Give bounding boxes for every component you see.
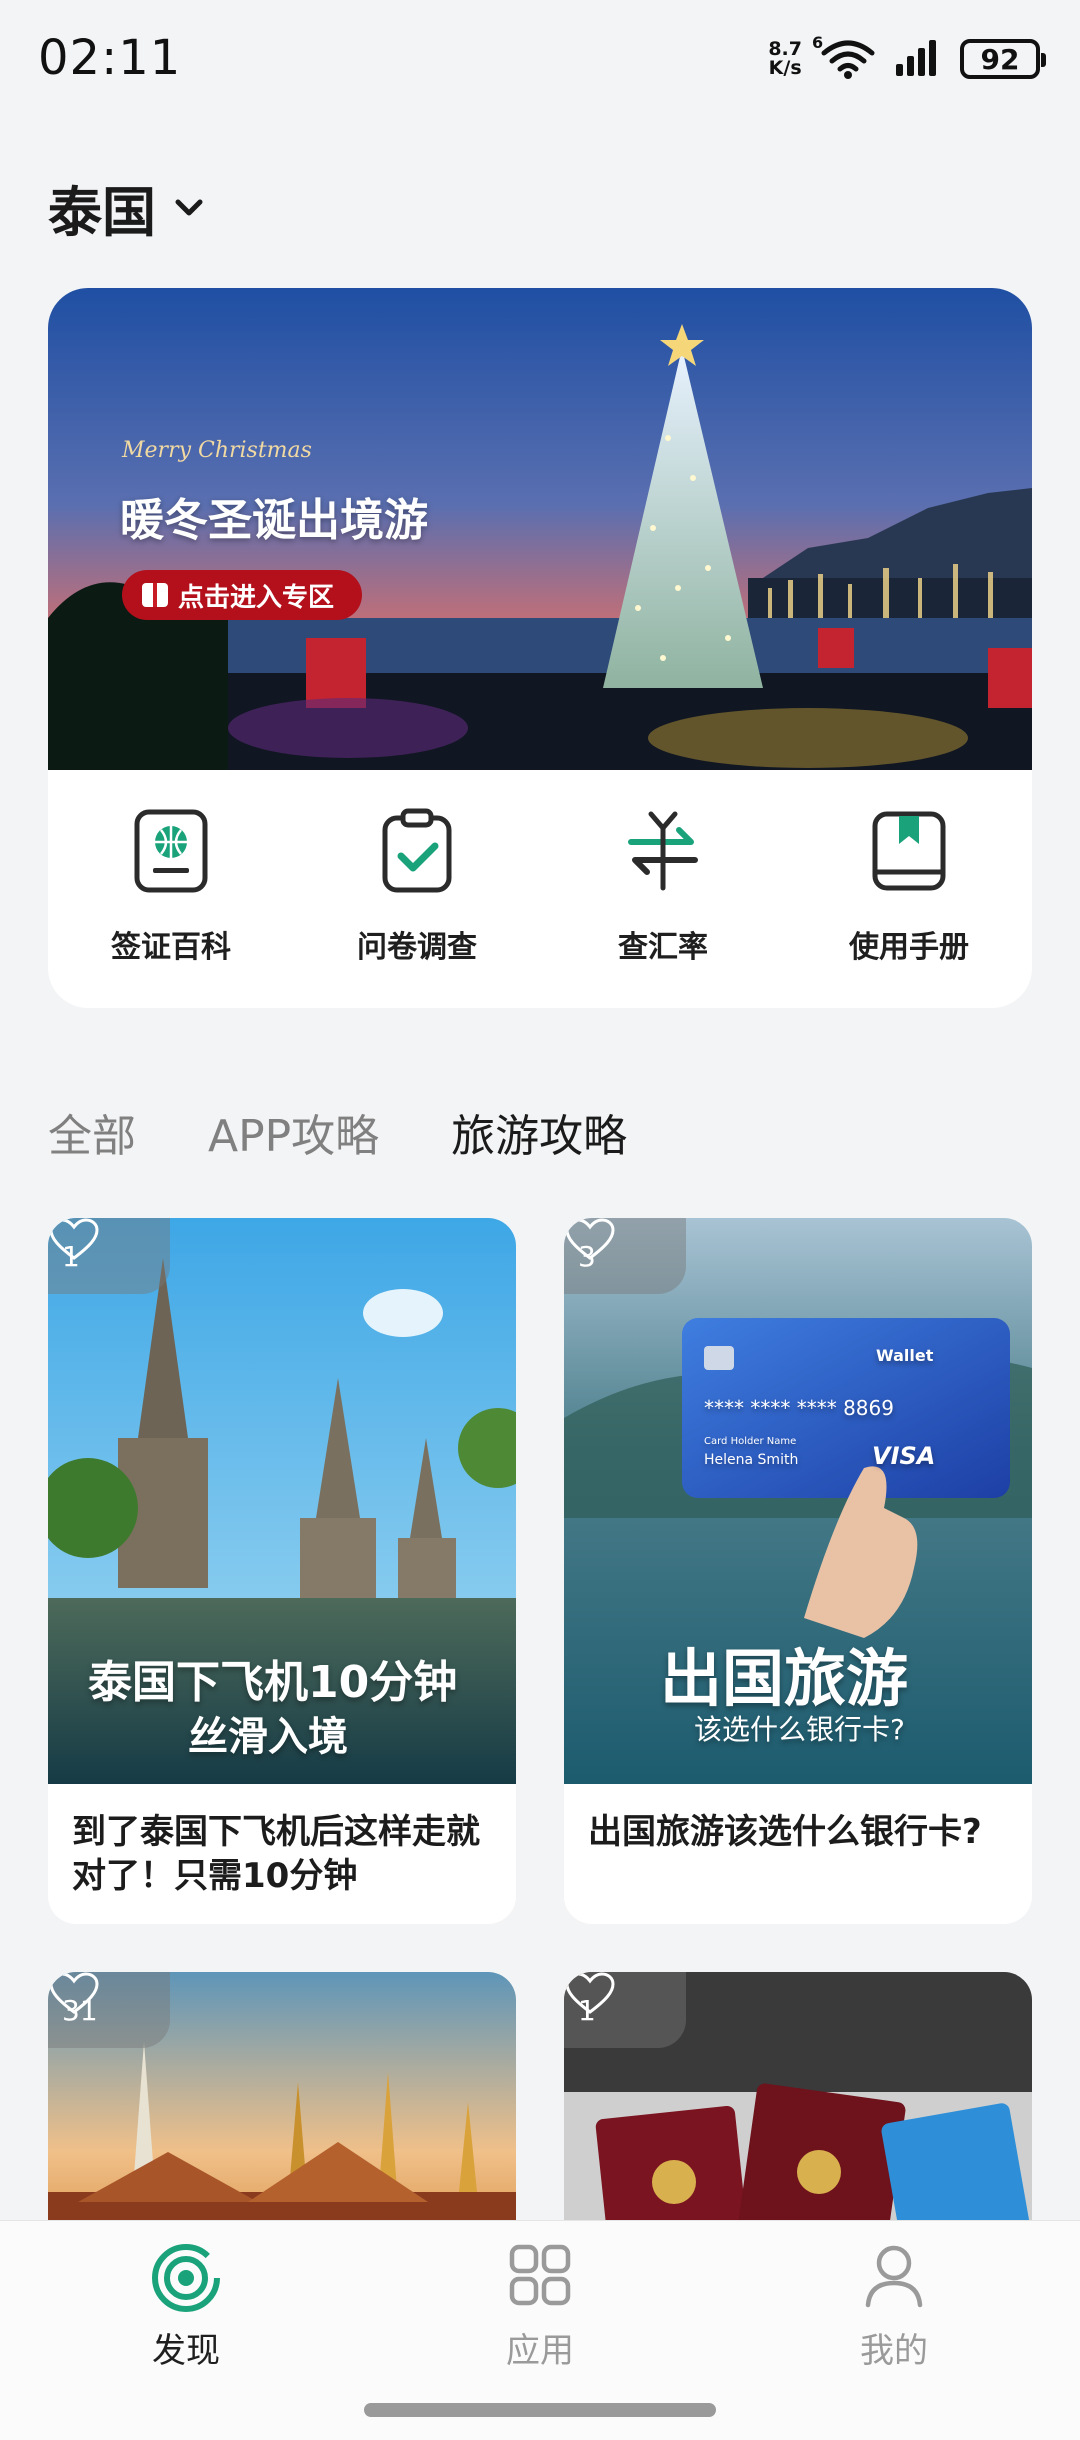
image-overlay-title: 泰国下飞机10分钟 bbox=[88, 1657, 458, 1708]
bank-card-holder-label: Card Holder Name bbox=[704, 1436, 797, 1447]
enter-zone-button[interactable]: 点击进入专区 bbox=[122, 570, 363, 620]
chevron-down-icon bbox=[175, 199, 203, 215]
like-button[interactable]: 3 bbox=[564, 1218, 686, 1294]
nav-label: 应用 bbox=[506, 2331, 574, 2371]
quick-exchange-rate[interactable]: 查汇率 bbox=[553, 808, 773, 978]
passport-globe-icon bbox=[134, 809, 208, 893]
status-time: 02:11 bbox=[38, 30, 182, 86]
region-selector[interactable]: 泰国 bbox=[48, 168, 204, 247]
nav-profile[interactable]: 我的 bbox=[794, 2243, 994, 2372]
christmas-banner[interactable]: Merry Christmas 暖冬圣诞出境游 点击进入专区 bbox=[48, 288, 1032, 770]
gift-icon bbox=[142, 583, 168, 607]
apps-grid-icon bbox=[509, 2244, 571, 2306]
heart-icon bbox=[565, 1218, 615, 1260]
image-overlay-subtitle: 该选什么银行卡? bbox=[694, 1713, 905, 1746]
quick-user-manual[interactable]: 使用手册 bbox=[799, 808, 1019, 978]
bank-card-network: VISA bbox=[872, 1442, 936, 1470]
like-button[interactable]: 1 bbox=[564, 1972, 686, 2048]
banner-headline: 暖冬圣诞出境游 bbox=[120, 495, 428, 546]
banner-card: Merry Christmas 暖冬圣诞出境游 点击进入专区 签证百科 问卷调查 bbox=[48, 288, 1032, 1008]
article-image: 1 泰国下飞机10分钟 丝滑入境 bbox=[48, 1218, 516, 1784]
signal-icon bbox=[894, 38, 942, 80]
bank-card-brand: Wallet bbox=[876, 1346, 934, 1365]
quick-label: 查汇率 bbox=[618, 930, 708, 965]
heart-icon bbox=[49, 1218, 99, 1260]
enter-zone-label: 点击进入专区 bbox=[178, 582, 335, 613]
category-tabs: 全部 APP攻略 旅游攻略 bbox=[48, 1100, 627, 1164]
quick-survey[interactable]: 问卷调查 bbox=[307, 808, 527, 978]
heart-icon bbox=[49, 1972, 99, 2014]
nav-label: 发现 bbox=[152, 2331, 220, 2371]
wifi-6-badge: 6 bbox=[812, 33, 824, 52]
like-button[interactable]: 31 bbox=[48, 1972, 170, 2048]
heart-icon bbox=[565, 1972, 615, 2014]
bookmark-book-icon bbox=[872, 811, 946, 891]
article-card[interactable]: 1 泰国下飞机10分钟 丝滑入境 到了泰国下飞机后这样走就对了！只需10分钟 bbox=[48, 1218, 516, 1924]
nav-discover[interactable]: 发现 bbox=[86, 2243, 286, 2372]
image-overlay-title: 出国旅游 bbox=[660, 1642, 909, 1715]
quick-label: 使用手册 bbox=[849, 930, 969, 965]
network-speed: 8.7 K/s bbox=[768, 38, 802, 79]
quick-label: 签证百科 bbox=[111, 930, 231, 965]
article-title: 出国旅游该选什么银行卡? bbox=[588, 1812, 982, 1852]
image-overlay-subtitle: 丝滑入境 bbox=[188, 1714, 348, 1760]
nav-label: 我的 bbox=[860, 2331, 928, 2371]
home-indicator[interactable] bbox=[364, 2403, 716, 2417]
like-button[interactable]: 1 bbox=[48, 1218, 170, 1294]
discover-icon bbox=[152, 2244, 220, 2312]
wifi-icon: 6 bbox=[812, 33, 876, 79]
battery-indicator: 92 bbox=[960, 39, 1046, 79]
exchange-rate-icon bbox=[628, 811, 698, 891]
bank-card-number: **** **** **** 8869 bbox=[704, 1396, 894, 1420]
quick-actions: 签证百科 问卷调查 查汇率 使用手册 bbox=[48, 808, 1032, 978]
banner-script-text: Merry Christmas bbox=[122, 438, 312, 463]
status-bar: 02:11 8.7 K/s 6 92 bbox=[0, 0, 1080, 120]
clipboard-check-icon bbox=[382, 808, 452, 893]
profile-icon bbox=[865, 2245, 923, 2308]
nav-apps[interactable]: 应用 bbox=[440, 2243, 640, 2372]
tab-all[interactable]: 全部 bbox=[48, 1100, 136, 1164]
quick-visa-guide[interactable]: 签证百科 bbox=[61, 808, 281, 978]
quick-label: 问卷调查 bbox=[357, 930, 477, 965]
tab-travel-guide[interactable]: 旅游攻略 bbox=[451, 1100, 627, 1164]
bank-card-holder: Helena Smith bbox=[704, 1452, 799, 1468]
tab-app-guide[interactable]: APP攻略 bbox=[208, 1100, 379, 1164]
status-icons: 8.7 K/s 6 92 bbox=[768, 33, 1046, 84]
page-title: 泰国 bbox=[48, 181, 156, 244]
article-card[interactable]: Wallet **** **** **** 8869 Card Holder N… bbox=[564, 1218, 1032, 1924]
article-image: Wallet **** **** **** 8869 Card Holder N… bbox=[564, 1218, 1032, 1784]
article-title: 到了泰国下飞机后这样走就对了！只需10分钟 bbox=[72, 1812, 480, 1896]
